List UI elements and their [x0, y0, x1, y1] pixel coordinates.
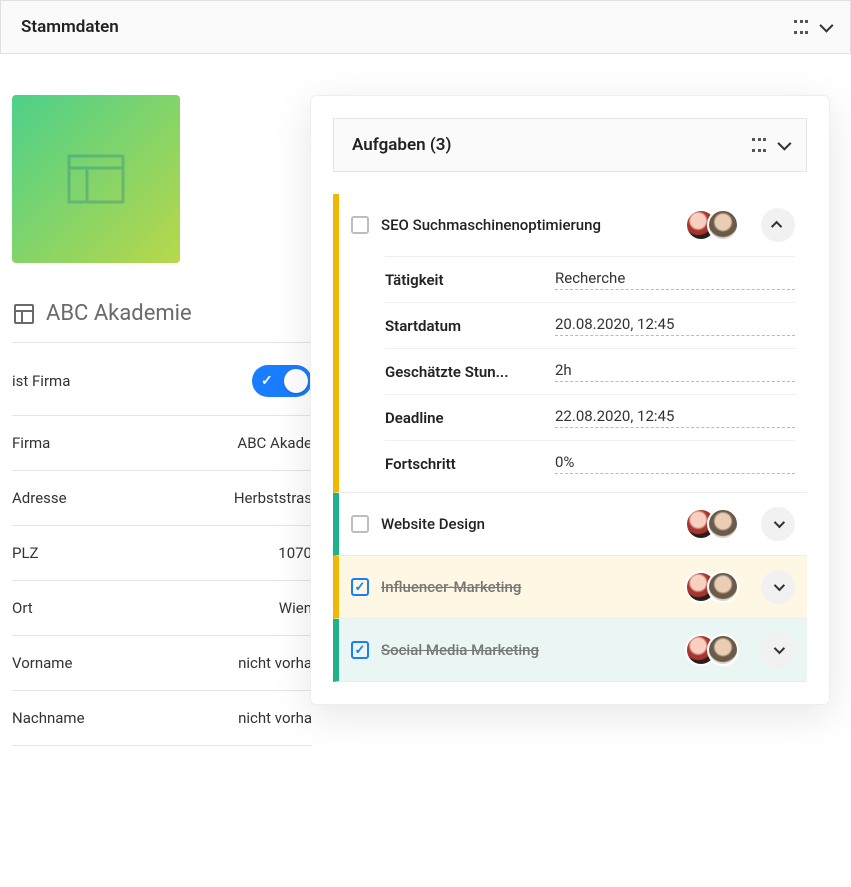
detail-value[interactable]: 20.08.2020, 12:45 [555, 315, 795, 336]
task-item: SEO Suchmaschinenoptimierung Tätigkeit R… [333, 194, 807, 493]
logo-glyph-icon [67, 154, 125, 204]
avatar [707, 209, 739, 241]
detail-value[interactable]: Recherche [555, 269, 795, 290]
assignee-avatars[interactable] [685, 571, 739, 603]
chevron-down-icon [774, 517, 785, 528]
field-ort: Ort Wien [12, 581, 312, 636]
field-label: PLZ [12, 544, 39, 562]
field-value[interactable]: Wien [279, 599, 312, 617]
field-value[interactable]: nicht vorha [238, 709, 312, 727]
task-checkbox[interactable] [351, 515, 369, 533]
assignee-avatars[interactable] [685, 634, 739, 666]
drag-handle-icon[interactable] [794, 20, 808, 34]
field-plz: PLZ 1070 [12, 526, 312, 581]
tasks-panel: Aufgaben (3) SEO Suchmaschinenoptimierun… [310, 95, 830, 705]
detail-label: Tätigkeit [385, 271, 555, 289]
field-ist-firma: ist Firma ✓ [12, 347, 312, 416]
assignee-avatars[interactable] [685, 508, 739, 540]
field-label: Nachname [12, 709, 85, 727]
task-details: Tätigkeit Recherche Startdatum 20.08.202… [339, 256, 807, 492]
field-vorname: Vorname nicht vorha [12, 636, 312, 691]
field-label: Firma [12, 434, 50, 452]
stammdaten-header: Stammdaten [0, 0, 851, 54]
tasks-header: Aufgaben (3) [333, 118, 807, 172]
detail-value[interactable]: 0% [555, 453, 795, 474]
chevron-down-icon [774, 580, 785, 591]
field-nachname: Nachname nicht vorha [12, 691, 312, 746]
task-title[interactable]: SEO Suchmaschinenoptimierung [381, 216, 673, 234]
check-icon: ✓ [261, 373, 273, 389]
field-value[interactable]: Herbststras [234, 489, 312, 507]
detail-value[interactable]: 2h [555, 361, 795, 382]
avatar [707, 634, 739, 666]
toggle-knob [284, 369, 308, 393]
field-label: Ort [12, 599, 33, 617]
tasks-header-title: Aufgaben (3) [352, 135, 451, 155]
profile-panel: ABC Akademie ist Firma ✓ Firma ABC Akade… [12, 95, 312, 746]
expand-button[interactable] [761, 507, 795, 541]
field-label: Vorname [12, 654, 72, 672]
detail-label: Geschätzte Stun... [385, 363, 555, 381]
task-checkbox[interactable] [351, 578, 369, 596]
company-title-row: ABC Akademie [12, 301, 312, 343]
task-checkbox[interactable] [351, 641, 369, 659]
company-logo [12, 95, 180, 263]
task-item: Social Media Marketing [333, 619, 807, 682]
field-firma: Firma ABC Akade [12, 416, 312, 471]
chevron-down-icon [774, 643, 785, 654]
field-value[interactable]: nicht vorha [238, 654, 312, 672]
task-checkbox[interactable] [351, 216, 369, 234]
chevron-down-icon[interactable] [819, 19, 833, 33]
expand-button[interactable] [761, 633, 795, 667]
ist-firma-toggle[interactable]: ✓ [252, 365, 312, 397]
company-name: ABC Akademie [46, 301, 192, 326]
field-value[interactable]: 1070 [278, 544, 312, 562]
field-adresse: Adresse Herbststras [12, 471, 312, 526]
stammdaten-title: Stammdaten [21, 17, 119, 37]
field-value[interactable]: ABC Akade [237, 434, 312, 452]
task-item: Influencer-Marketing [333, 556, 807, 619]
task-list: SEO Suchmaschinenoptimierung Tätigkeit R… [311, 194, 829, 704]
detail-label: Fortschritt [385, 455, 555, 473]
avatar [707, 508, 739, 540]
avatar [707, 571, 739, 603]
field-label: Adresse [12, 489, 67, 507]
task-title[interactable]: Website Design [381, 515, 673, 533]
field-label: ist Firma [12, 372, 70, 390]
task-item: Website Design [333, 493, 807, 556]
detail-label: Deadline [385, 409, 555, 427]
collapse-button[interactable] [761, 208, 795, 242]
expand-button[interactable] [761, 570, 795, 604]
task-title[interactable]: Influencer-Marketing [381, 578, 673, 596]
drag-handle-icon[interactable] [752, 138, 766, 152]
detail-value[interactable]: 22.08.2020, 12:45 [555, 407, 795, 428]
detail-label: Startdatum [385, 317, 555, 335]
chevron-down-icon[interactable] [777, 137, 791, 151]
assignee-avatars[interactable] [685, 209, 739, 241]
chevron-up-icon [771, 221, 782, 232]
task-title[interactable]: Social Media Marketing [381, 641, 673, 659]
company-icon [12, 302, 36, 326]
